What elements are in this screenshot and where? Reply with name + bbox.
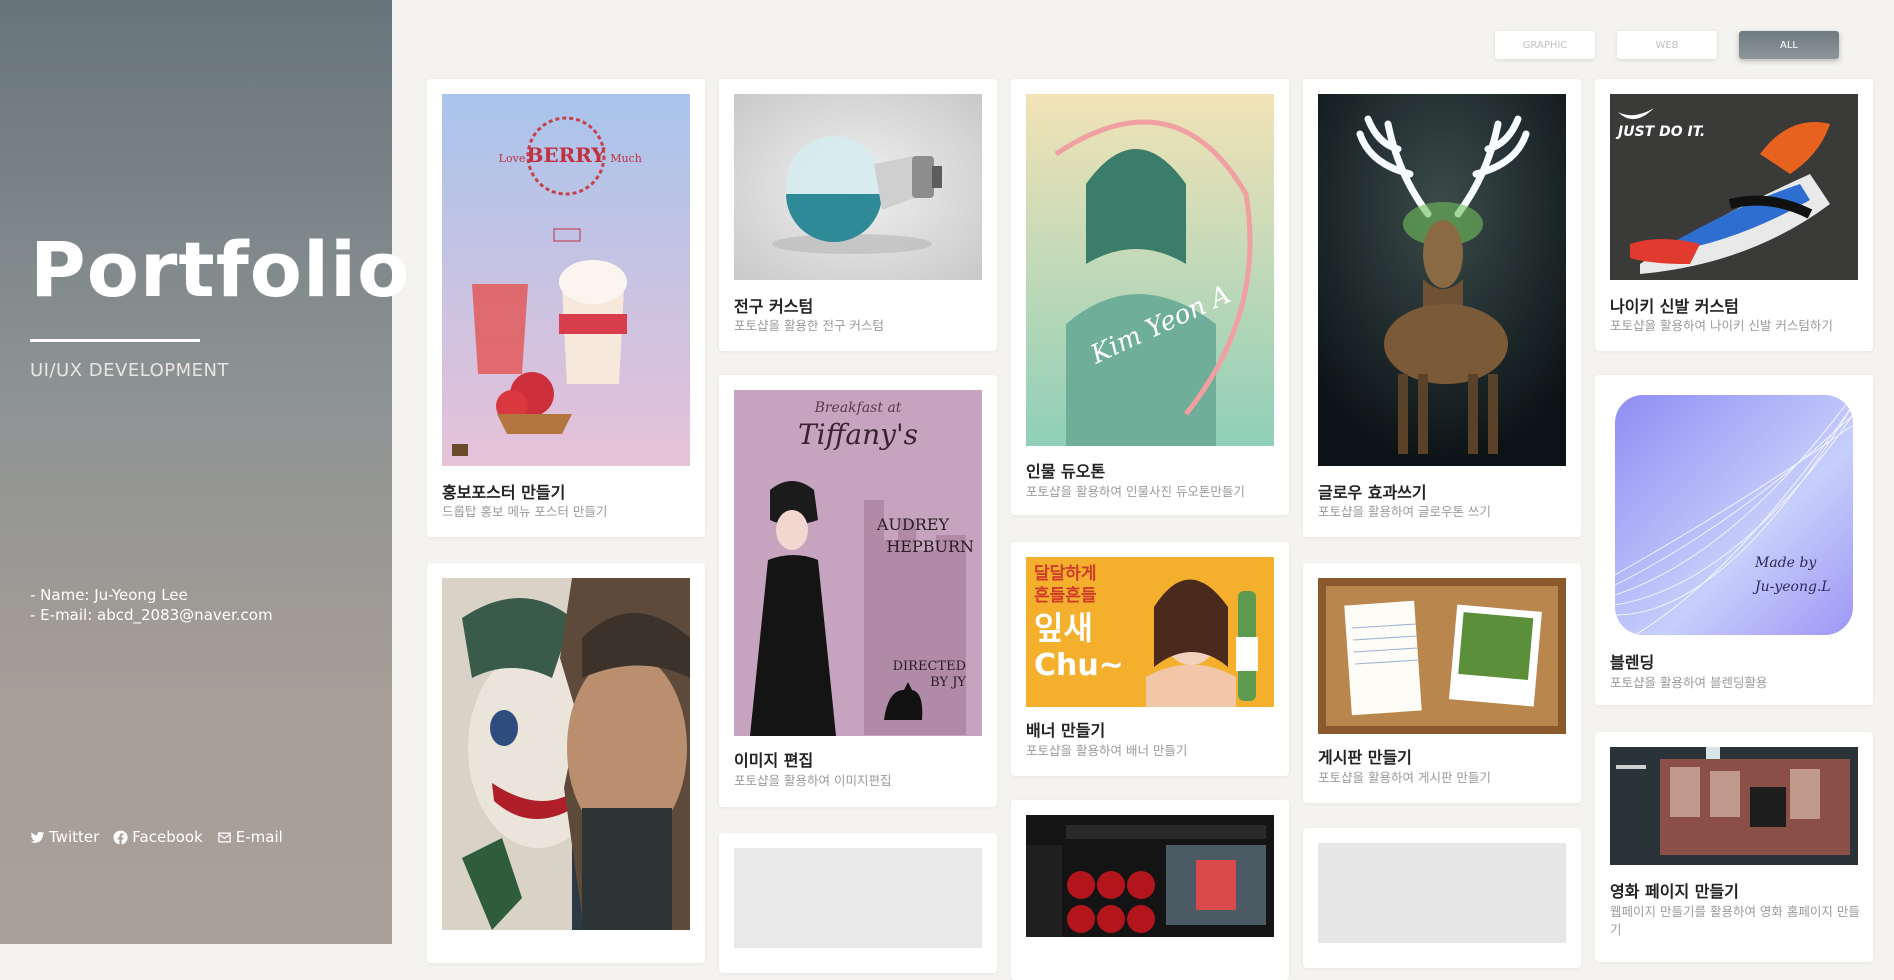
filter-web-button[interactable]: WEB [1617,31,1717,59]
contact-name: - Name: Ju-Yeong Lee [30,586,188,604]
card-description: 포토샵을 활용하여 나이키 신발 커스텀하기 [1610,318,1833,333]
card-thumbnail [1318,94,1566,466]
card-thumbnail [734,94,982,280]
portfolio-card-spiderman[interactable] [1011,800,1289,980]
site-subtitle: UI/UX DEVELOPMENT [30,360,229,381]
card-description: 포토샵을 활용한 전구 커스텀 [734,318,884,333]
card-thumbnail: JUST DO IT. [1610,94,1858,280]
card-title: 블렌딩 [1610,653,1655,672]
blending-line2: Ju-yeong.L [1752,579,1831,595]
portfolio-card-promo-poster[interactable]: BERRY Love Much 홍보포스터 만들기 드롭탑 홍보 메뉴 포스터 … [427,79,705,537]
site-logo[interactable]: Portfolio [30,232,410,308]
card-title: 인물 듀오톤 [1026,462,1106,481]
facebook-icon [113,830,128,844]
card-thumbnail [1610,747,1858,865]
logo-underline [30,339,200,342]
portfolio-card-board[interactable]: 게시판 만들기 포토샵을 활용하여 게시판 만들기 [1303,563,1581,803]
email-link[interactable]: E-mail [217,828,283,846]
poster-director-line2: BY JY [930,675,966,690]
portfolio-card-placeholder-col4[interactable] [1303,828,1581,968]
card-description: 웹페이지 만들기를 활용하여 영화 홈페이지 만들기 [1610,904,1860,937]
twitter-link[interactable]: Twitter [30,828,99,846]
portfolio-card-joker[interactable] [427,563,705,963]
filter-graphic-button[interactable]: GRAPHIC [1495,31,1595,59]
portfolio-card-glow[interactable]: 글로우 효과쓰기 포토샵을 활용하여 글로우톤 쓰기 [1303,79,1581,537]
sidebar: Portfolio UI/UX DEVELOPMENT - Name: Ju-Y… [0,0,409,944]
card-description: 포토샵을 활용하여 블렌딩활용 [1610,675,1768,690]
card-thumbnail [1318,578,1566,734]
card-title: 홍보포스터 만들기 [442,483,566,502]
contact-email: - E-mail: abcd_2083@naver.com [30,606,273,624]
card-description: 드롭탑 홍보 메뉴 포스터 만들기 [442,504,608,519]
poster-director-line1: DIRECTED [893,659,966,674]
poster-right-text: Much [610,152,642,165]
card-title: 전구 커스텀 [734,297,814,316]
banner-line2: 흔들흔들 [1034,585,1097,606]
card-title: 나이키 신발 커스텀 [1610,297,1739,316]
blending-line1: Made by [1754,555,1817,571]
card-description: 포토샵을 활용하여 배너 만들기 [1026,743,1188,758]
card-title: 글로우 효과쓰기 [1318,483,1427,502]
nike-slogan: JUST DO IT. [1615,124,1705,140]
poster-main-title: Tiffany's [798,418,918,451]
card-title: 배너 만들기 [1026,721,1106,740]
card-thumbnail: Made by Ju-yeong.L [1615,395,1853,635]
card-thumbnail: Kim Yeon A [1026,94,1274,446]
facebook-label: Facebook [132,828,203,846]
filter-all-button[interactable]: ALL [1739,31,1839,59]
portfolio-card-placeholder-col2[interactable] [719,833,997,973]
facebook-link[interactable]: Facebook [113,828,203,846]
social-links: Twitter Facebook E-mail [30,828,283,846]
card-title: 이미지 편집 [734,751,814,770]
card-title: 게시판 만들기 [1318,748,1412,767]
portfolio-card-banner[interactable]: 달달하게 흔들흔들 잎새 Chu~ 배너 만들기 포토샵을 활용하여 배너 만들… [1011,542,1289,776]
card-description: 포토샵을 활용하여 글로우톤 쓰기 [1318,504,1491,519]
portfolio-card-movie-page[interactable]: 영화 페이지 만들기 웹페이지 만들기를 활용하여 영화 홈페이지 만들기 [1595,732,1873,962]
email-label: E-mail [235,828,283,846]
banner-line3: 잎새 [1034,609,1093,647]
card-description: 포토샵을 활용하여 이미지편집 [734,773,892,788]
card-thumbnail: BERRY Love Much [442,94,690,466]
portfolio-card-lightbulb[interactable]: 전구 커스텀 포토샵을 활용한 전구 커스텀 [719,79,997,351]
card-thumbnail [1318,843,1566,943]
card-description: 포토샵을 활용하여 게시판 만들기 [1318,770,1491,785]
category-filter: GRAPHIC WEB ALL [1495,31,1839,59]
twitter-icon [30,831,45,843]
card-thumbnail: 달달하게 흔들흔들 잎새 Chu~ [1026,557,1274,707]
portfolio-card-tiffany[interactable]: Breakfast at Tiffany's AUDREY HEPBURN DI… [719,375,997,807]
card-thumbnail [442,578,690,930]
contact-info: - Name: Ju-Yeong Lee - E-mail: abcd_2083… [30,585,273,625]
poster-top-line: Breakfast at [814,400,902,416]
twitter-label: Twitter [49,828,100,846]
card-thumbnail [1026,815,1274,937]
card-thumbnail: Breakfast at Tiffany's AUDREY HEPBURN DI… [734,390,982,736]
card-description: 포토샵을 활용하여 인물사진 듀오톤만들기 [1026,484,1245,499]
card-thumbnail [734,848,982,948]
banner-line1: 달달하게 [1034,563,1097,584]
poster-name-line1: AUDREY [876,515,950,534]
mail-icon [218,832,231,842]
poster-name-line2: HEPBURN [886,537,974,556]
banner-line4: Chu~ [1034,648,1124,683]
portfolio-card-duotone[interactable]: Kim Yeon A 인물 듀오톤 포토샵을 활용하여 인물사진 듀오톤만들기 [1011,79,1289,515]
poster-title-text: BERRY [526,143,606,167]
card-title: 영화 페이지 만들기 [1610,882,1739,901]
portfolio-card-blending[interactable]: Made by Ju-yeong.L 블렌딩 포토샵을 활용하여 블렌딩활용 [1595,375,1873,705]
portfolio-card-nike[interactable]: JUST DO IT. 나이키 신발 커스텀 포토샵을 활용하여 나이키 신발 … [1595,79,1873,351]
poster-left-text: Love [499,152,526,165]
